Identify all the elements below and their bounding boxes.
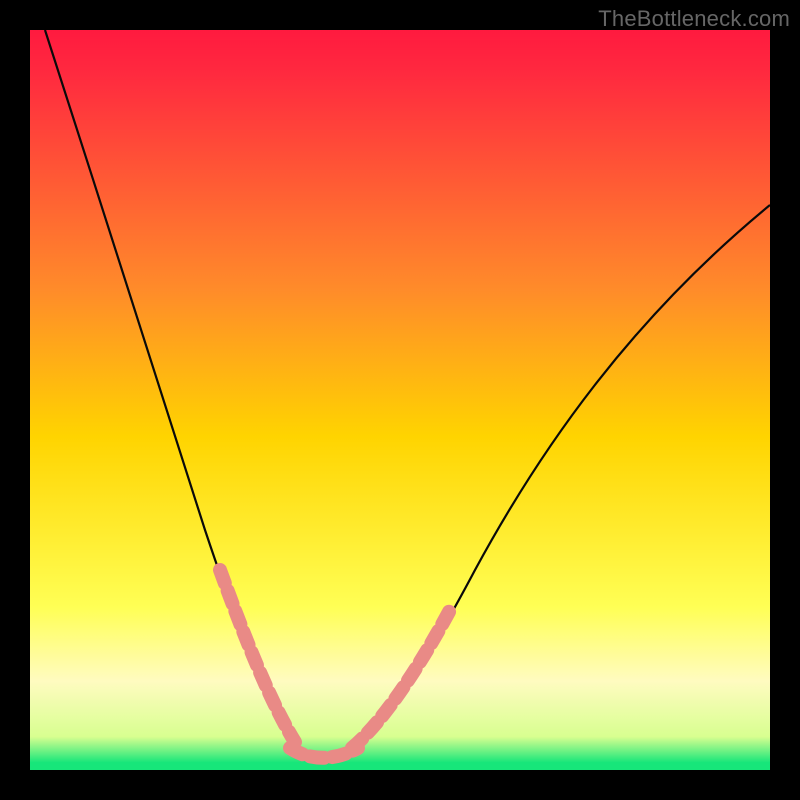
chart-frame: TheBottleneck.com: [0, 0, 800, 800]
watermark-text: TheBottleneck.com: [598, 6, 790, 32]
plot-area: [30, 30, 770, 770]
background-gradient: [30, 30, 770, 770]
